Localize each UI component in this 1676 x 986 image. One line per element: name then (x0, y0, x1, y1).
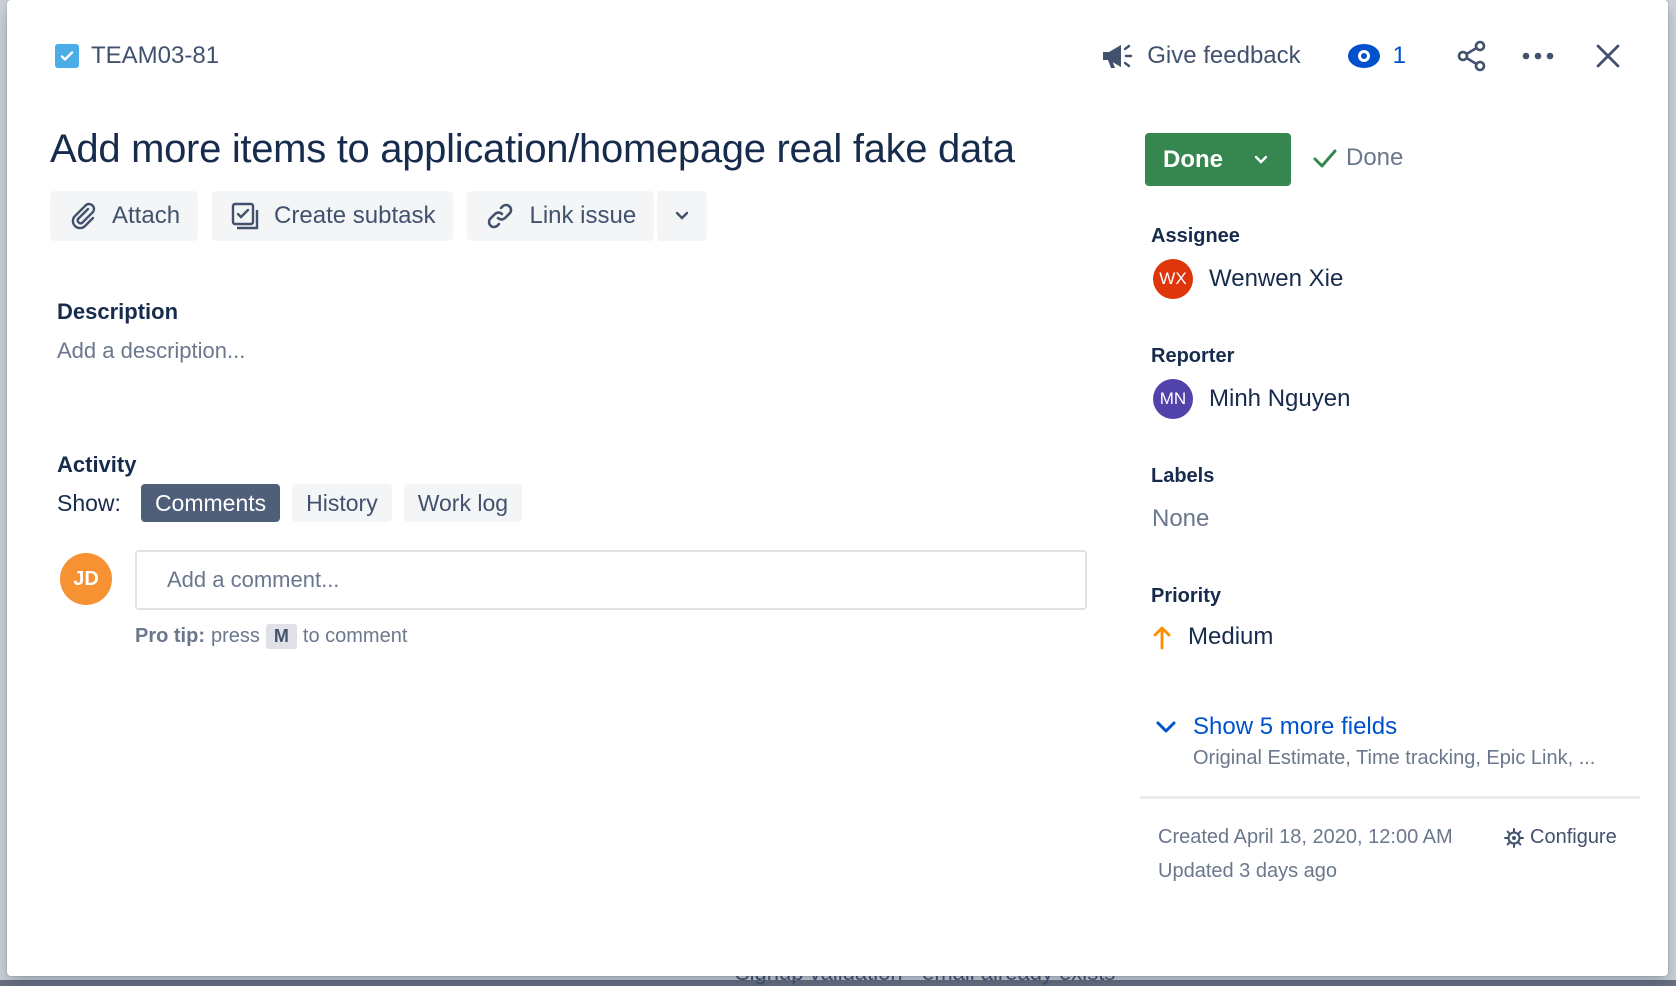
pro-tip: Pro tip: press M to comment (135, 624, 407, 649)
give-feedback-label: Give feedback (1147, 42, 1301, 69)
filter-work-log[interactable]: Work log (403, 484, 523, 522)
show-more-fields[interactable]: Show 5 more fields Original Estimate, Ti… (1155, 713, 1595, 770)
shortcut-key: M (265, 624, 297, 649)
assignee-name: Wenwen Xie (1209, 265, 1344, 292)
create-subtask-label: Create subtask (274, 202, 436, 229)
issue-summary[interactable]: Add more items to application/homepage r… (50, 124, 1100, 174)
status-label: Done (1163, 145, 1223, 173)
paperclip-icon (71, 202, 96, 230)
comment-input[interactable] (135, 550, 1087, 610)
activity-filter-row: Show: Comments History Work log (57, 484, 523, 522)
megaphone-icon (1103, 44, 1133, 68)
assignee-field[interactable]: WX Wenwen Xie (1153, 259, 1343, 299)
header-actions: Give feedback 1 (1099, 30, 1628, 82)
issue-modal: TEAM03-81 Give feedback 1 Add more items… (7, 0, 1668, 976)
hidden-fields-list: Original Estimate, Time tracking, Epic L… (1193, 747, 1596, 769)
watch-button[interactable]: 1 (1347, 42, 1406, 70)
reporter-avatar: MN (1153, 379, 1193, 419)
show-more-fields-link: Show 5 more fields (1193, 713, 1398, 740)
task-type-icon (55, 44, 79, 68)
description-field[interactable]: Add a description... (57, 338, 245, 364)
share-icon (1457, 40, 1486, 72)
priority-value: Medium (1188, 623, 1274, 650)
eye-icon (1347, 44, 1380, 68)
resolution-indicator: Done (1312, 144, 1403, 172)
issue-key-link[interactable]: TEAM03-81 (91, 42, 219, 70)
configure-button[interactable]: Configure (1504, 826, 1617, 849)
updated-date: Updated 3 days ago (1158, 860, 1338, 882)
link-issue-group: Link issue (467, 191, 708, 241)
checkmark-icon (1313, 149, 1337, 168)
issue-toolbar: Attach Create subtask Link issue (50, 191, 708, 241)
priority-field[interactable]: Medium (1152, 623, 1273, 651)
filter-history[interactable]: History (292, 484, 392, 522)
link-issue-button[interactable]: Link issue (467, 191, 655, 241)
pro-tip-suffix: to comment (302, 625, 408, 647)
sidebar-divider (1140, 796, 1640, 799)
chevron-down-icon (676, 211, 689, 220)
reporter-name: Minh Nguyen (1209, 385, 1351, 412)
reporter-label: Reporter (1151, 345, 1235, 367)
subtask-icon (231, 202, 259, 230)
configure-label: Configure (1530, 826, 1617, 848)
more-actions-button[interactable] (1518, 36, 1558, 76)
link-issue-label: Link issue (529, 202, 637, 229)
gear-icon (1504, 827, 1524, 848)
give-feedback-button[interactable]: Give feedback (1099, 39, 1301, 73)
assignee-label: Assignee (1151, 225, 1240, 247)
pro-tip-press: press (211, 625, 260, 647)
chevron-down-icon (1254, 155, 1268, 164)
attach-label: Attach (112, 202, 181, 229)
share-button[interactable] (1452, 36, 1492, 76)
description-heading: Description (57, 299, 179, 324)
chevron-down-icon (1156, 721, 1176, 733)
pro-tip-label: Pro tip: (135, 625, 205, 647)
filter-comments[interactable]: Comments (140, 484, 281, 522)
link-icon (488, 203, 513, 229)
watch-count: 1 (1392, 42, 1406, 69)
show-label: Show: (57, 489, 121, 516)
labels-label: Labels (1151, 465, 1215, 487)
arrow-up-icon (1153, 626, 1171, 650)
more-icon (1522, 52, 1554, 60)
assignee-avatar: WX (1153, 259, 1193, 299)
close-icon (1596, 44, 1620, 68)
resolution-value: Done (1346, 144, 1404, 171)
reporter-field[interactable]: MN Minh Nguyen (1153, 379, 1350, 419)
status-dropdown[interactable]: Done (1145, 133, 1291, 186)
close-button[interactable] (1588, 36, 1628, 76)
attach-button[interactable]: Attach (50, 191, 199, 241)
toolbar-more-dropdown[interactable] (657, 191, 708, 241)
create-subtask-button[interactable]: Create subtask (212, 191, 454, 241)
current-user-avatar: JD (60, 553, 112, 605)
breadcrumb: TEAM03-81 (55, 42, 219, 70)
priority-label: Priority (1151, 585, 1222, 607)
activity-heading: Activity (57, 452, 137, 477)
labels-field[interactable]: None (1152, 505, 1209, 533)
created-date: Created April 18, 2020, 12:00 AM (1158, 826, 1453, 848)
